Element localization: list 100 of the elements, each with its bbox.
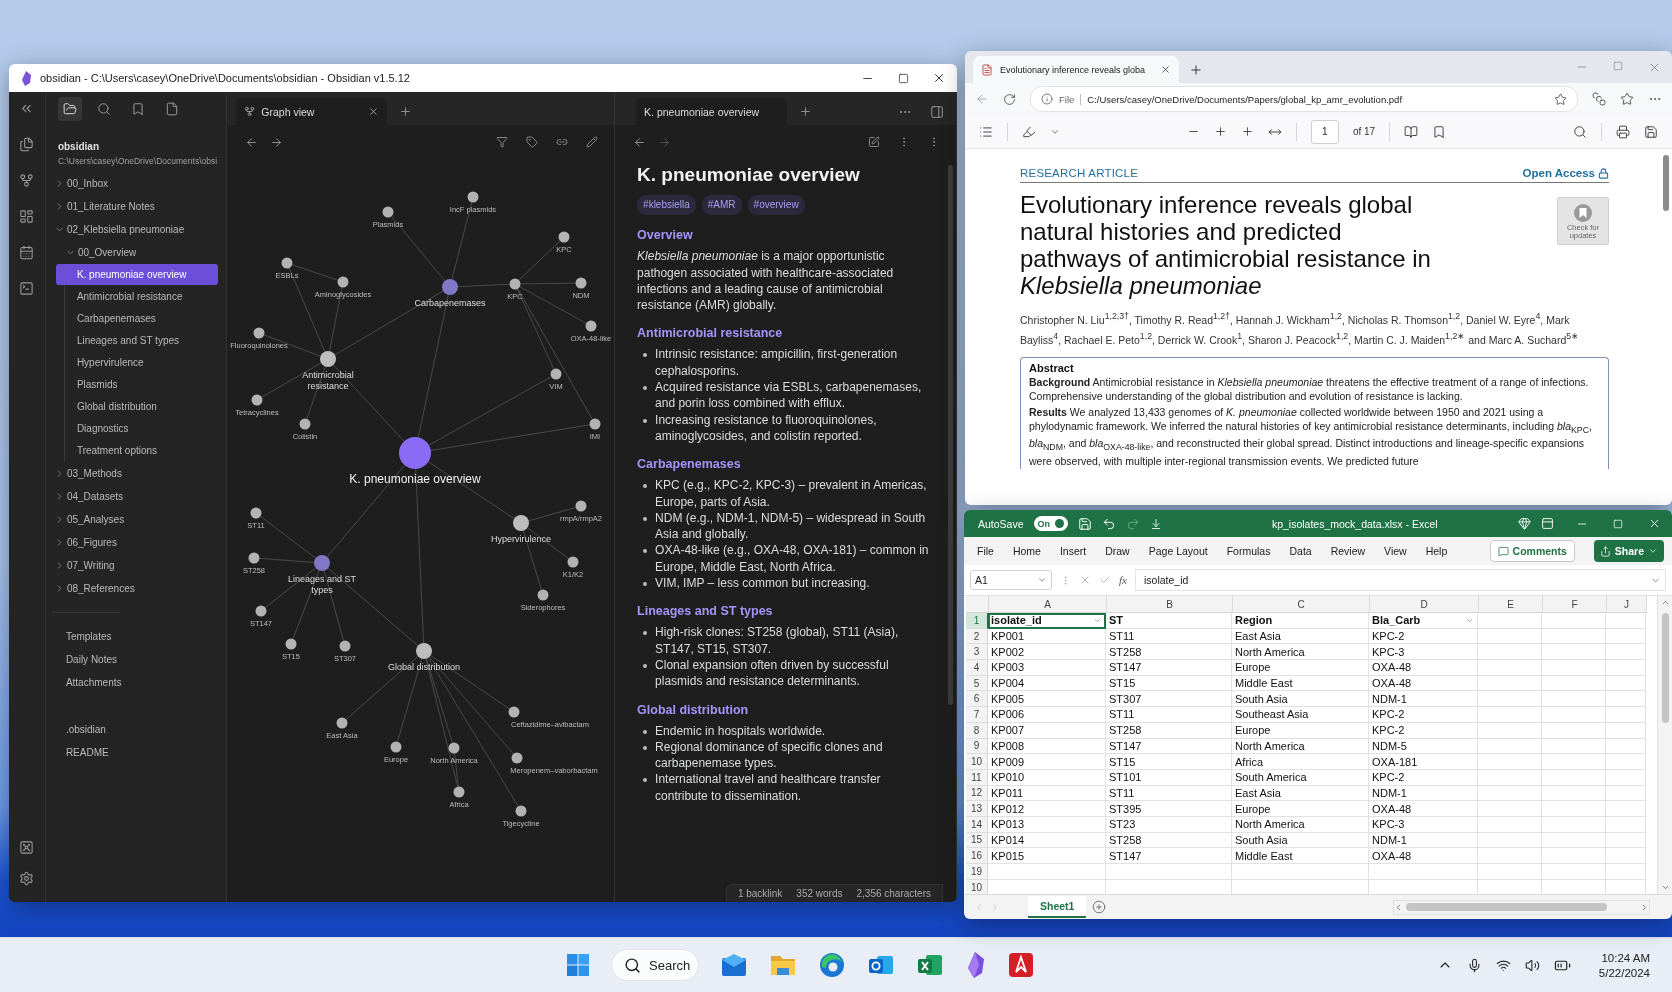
- row-header[interactable]: 19: [966, 864, 988, 880]
- clock-time: 10:24 AM: [1601, 951, 1650, 964]
- page-number-field[interactable]: 1: [1310, 119, 1339, 144]
- autosave-toggle[interactable]: On: [1033, 516, 1068, 531]
- table-cell: KP012: [988, 801, 1106, 817]
- tag-pill[interactable]: #AMR: [701, 195, 742, 216]
- note-item[interactable]: Carbapenemases: [55, 308, 219, 329]
- note-item[interactable]: K. pneumoniae overview: [55, 264, 219, 285]
- column-header[interactable]: J: [1607, 596, 1647, 613]
- article-type: RESEARCH ARTICLE: [1020, 167, 1139, 179]
- column-header[interactable]: B: [1107, 596, 1233, 613]
- bullet-text: International travel and healthcare transfer contribute to dissemination.: [655, 771, 882, 804]
- ribbon-tab[interactable]: Home: [1012, 545, 1041, 557]
- table-cell: South Asia: [1232, 832, 1369, 849]
- window-title: obsidian - C:\Users\casey\OneDrive\Documents\obsidian - Obsidian v1.5.12: [40, 72, 411, 84]
- table-cell: KP001: [988, 628, 1106, 645]
- folder-item[interactable]: 01_Literature Notes: [49, 196, 219, 217]
- browser-tab[interactable]: Evolutionary inference reveals globa: [973, 56, 1179, 83]
- note-item[interactable]: Antimicrobial resistance: [55, 286, 219, 307]
- table-cell: ST307: [1106, 691, 1232, 708]
- ribbon-tab[interactable]: Page Layout: [1148, 545, 1208, 557]
- address-label: File: [1059, 93, 1082, 105]
- window-title: kp_isolates_mock_data.xlsx - Excel: [1270, 517, 1439, 530]
- table-cell: OXA-48: [1369, 660, 1478, 676]
- column-header[interactable]: D: [1370, 596, 1479, 613]
- name-box[interactable]: A1: [970, 570, 1052, 590]
- note-item[interactable]: Global distribution: [55, 396, 219, 417]
- section-heading: Carbapenemases: [637, 456, 742, 473]
- row-header[interactable]: 10: [966, 754, 988, 770]
- tag-pill[interactable]: #klebsiella: [637, 195, 696, 216]
- address-bar[interactable]: File C:/Users/casey/OneDrive/Documents/Papers/global_kp_amr_evolution.pdf: [1030, 86, 1578, 112]
- note-item[interactable]: Plasmids: [55, 374, 219, 395]
- note-item[interactable]: Hypervirulence: [55, 352, 219, 373]
- bullet-text: Acquired resistance via ESBLs, carbapenemases, and porin loss combined with efflux.: [655, 379, 923, 412]
- table-cell: ST147: [1106, 738, 1232, 755]
- table-cell: ST23: [1106, 816, 1232, 833]
- comments-button[interactable]: Comments: [1489, 540, 1575, 562]
- note-item[interactable]: README: [55, 742, 219, 763]
- column-header[interactable]: E: [1479, 596, 1543, 613]
- table-cell: KP007: [988, 722, 1106, 739]
- column-header[interactable]: F: [1543, 596, 1607, 613]
- folder-item[interactable]: 08_References: [49, 578, 219, 599]
- sheet-tab[interactable]: Sheet1: [1028, 896, 1087, 918]
- table-cell: ST15: [1106, 675, 1232, 692]
- folder-item[interactable]: 00_Overview: [49, 242, 219, 263]
- ribbon-tab[interactable]: File: [977, 545, 994, 557]
- note-tab[interactable]: K. pneumoniae overview: [636, 98, 788, 125]
- table-cell: ST15: [1106, 754, 1232, 770]
- ribbon-tab[interactable]: Help: [1425, 545, 1448, 557]
- article-title: Evolutionary inference reveals global natural histories and predicted pathways of antimicrobial resistance in Klebsiella pneumoniae: [1020, 191, 1432, 299]
- ribbon-tab[interactable]: Insert: [1059, 545, 1087, 557]
- ribbon-tab[interactable]: View: [1384, 545, 1407, 557]
- autosave-label: AutoSave: [978, 517, 1024, 530]
- folder-item[interactable]: 02_Klebsiella pneumoniae: [49, 219, 219, 240]
- graph-tab[interactable]: Graph view: [236, 98, 388, 125]
- ribbon-tab[interactable]: Formulas: [1226, 545, 1271, 557]
- status-text: 2,356 characters: [855, 888, 932, 899]
- table-cell: North America: [1232, 816, 1369, 833]
- note-item[interactable]: Lineages and ST types: [55, 330, 219, 351]
- column-header[interactable]: A: [989, 596, 1107, 613]
- folder-item[interactable]: 00_Inbox: [49, 173, 219, 194]
- table-cell: NDM-5: [1369, 738, 1478, 755]
- bullet-text: Regional dominance of specific clones and carbapenemase types.: [655, 738, 884, 772]
- column-header[interactable]: C: [1233, 596, 1370, 613]
- row-header[interactable]: 4: [966, 660, 988, 676]
- folder-item[interactable]: 04_Datasets: [49, 486, 219, 507]
- table-cell: OXA-48: [1369, 675, 1478, 692]
- note-item[interactable]: .obsidian: [55, 719, 219, 740]
- note-title: K. pneumoniae overview: [637, 163, 861, 187]
- ribbon-tab[interactable]: Data: [1289, 545, 1312, 557]
- note-item[interactable]: Templates: [55, 626, 219, 647]
- note-item[interactable]: Diagnostics: [55, 418, 219, 439]
- table-cell: KP002: [988, 644, 1106, 661]
- row-header[interactable]: 16: [966, 848, 988, 864]
- row-header[interactable]: 3: [966, 644, 988, 661]
- folder-item[interactable]: 05_Analyses: [49, 509, 219, 530]
- abstract-paragraph: Background Antimicrobial resistance in Klebsiella pneumoniae threatens the effective treatment of a range of infections. Comprehensive understanding of the global distribution and evolution of resistance is lacking.: [1029, 376, 1590, 404]
- row-header[interactable]: 13: [966, 801, 988, 817]
- folder-item[interactable]: 06_Figures: [49, 532, 219, 553]
- row-header[interactable]: 6: [966, 691, 988, 708]
- table-cell: KP014: [988, 832, 1106, 849]
- formula-field[interactable]: isolate_id: [1134, 569, 1666, 591]
- folder-item[interactable]: 07_Writing: [49, 555, 219, 576]
- row-header[interactable]: 7: [966, 707, 988, 723]
- share-button[interactable]: Share: [1593, 540, 1664, 562]
- ribbon-tab[interactable]: Review: [1330, 545, 1366, 557]
- search-field[interactable]: Search: [611, 949, 699, 981]
- node-label: Carbapenemases: [414, 298, 486, 308]
- folder-item[interactable]: 03_Methods: [49, 463, 219, 484]
- tag-pill[interactable]: #overview: [747, 195, 805, 216]
- insert-function-button[interactable]: fx: [1119, 574, 1127, 586]
- table-cell: ST147: [1106, 848, 1232, 864]
- row-header[interactable]: 1: [966, 613, 988, 629]
- note-item[interactable]: Attachments: [55, 672, 219, 693]
- ribbon-tab[interactable]: Draw: [1105, 545, 1130, 557]
- node-label: Lineages and ST types: [288, 574, 357, 595]
- note-item[interactable]: Treatment options: [55, 440, 219, 461]
- table-cell: ST258: [1106, 644, 1232, 661]
- bullet-text: Increasing resistance to fluoroquinolones, aminoglycosides, and colistin reported.: [655, 411, 878, 445]
- note-item[interactable]: Daily Notes: [55, 649, 219, 670]
